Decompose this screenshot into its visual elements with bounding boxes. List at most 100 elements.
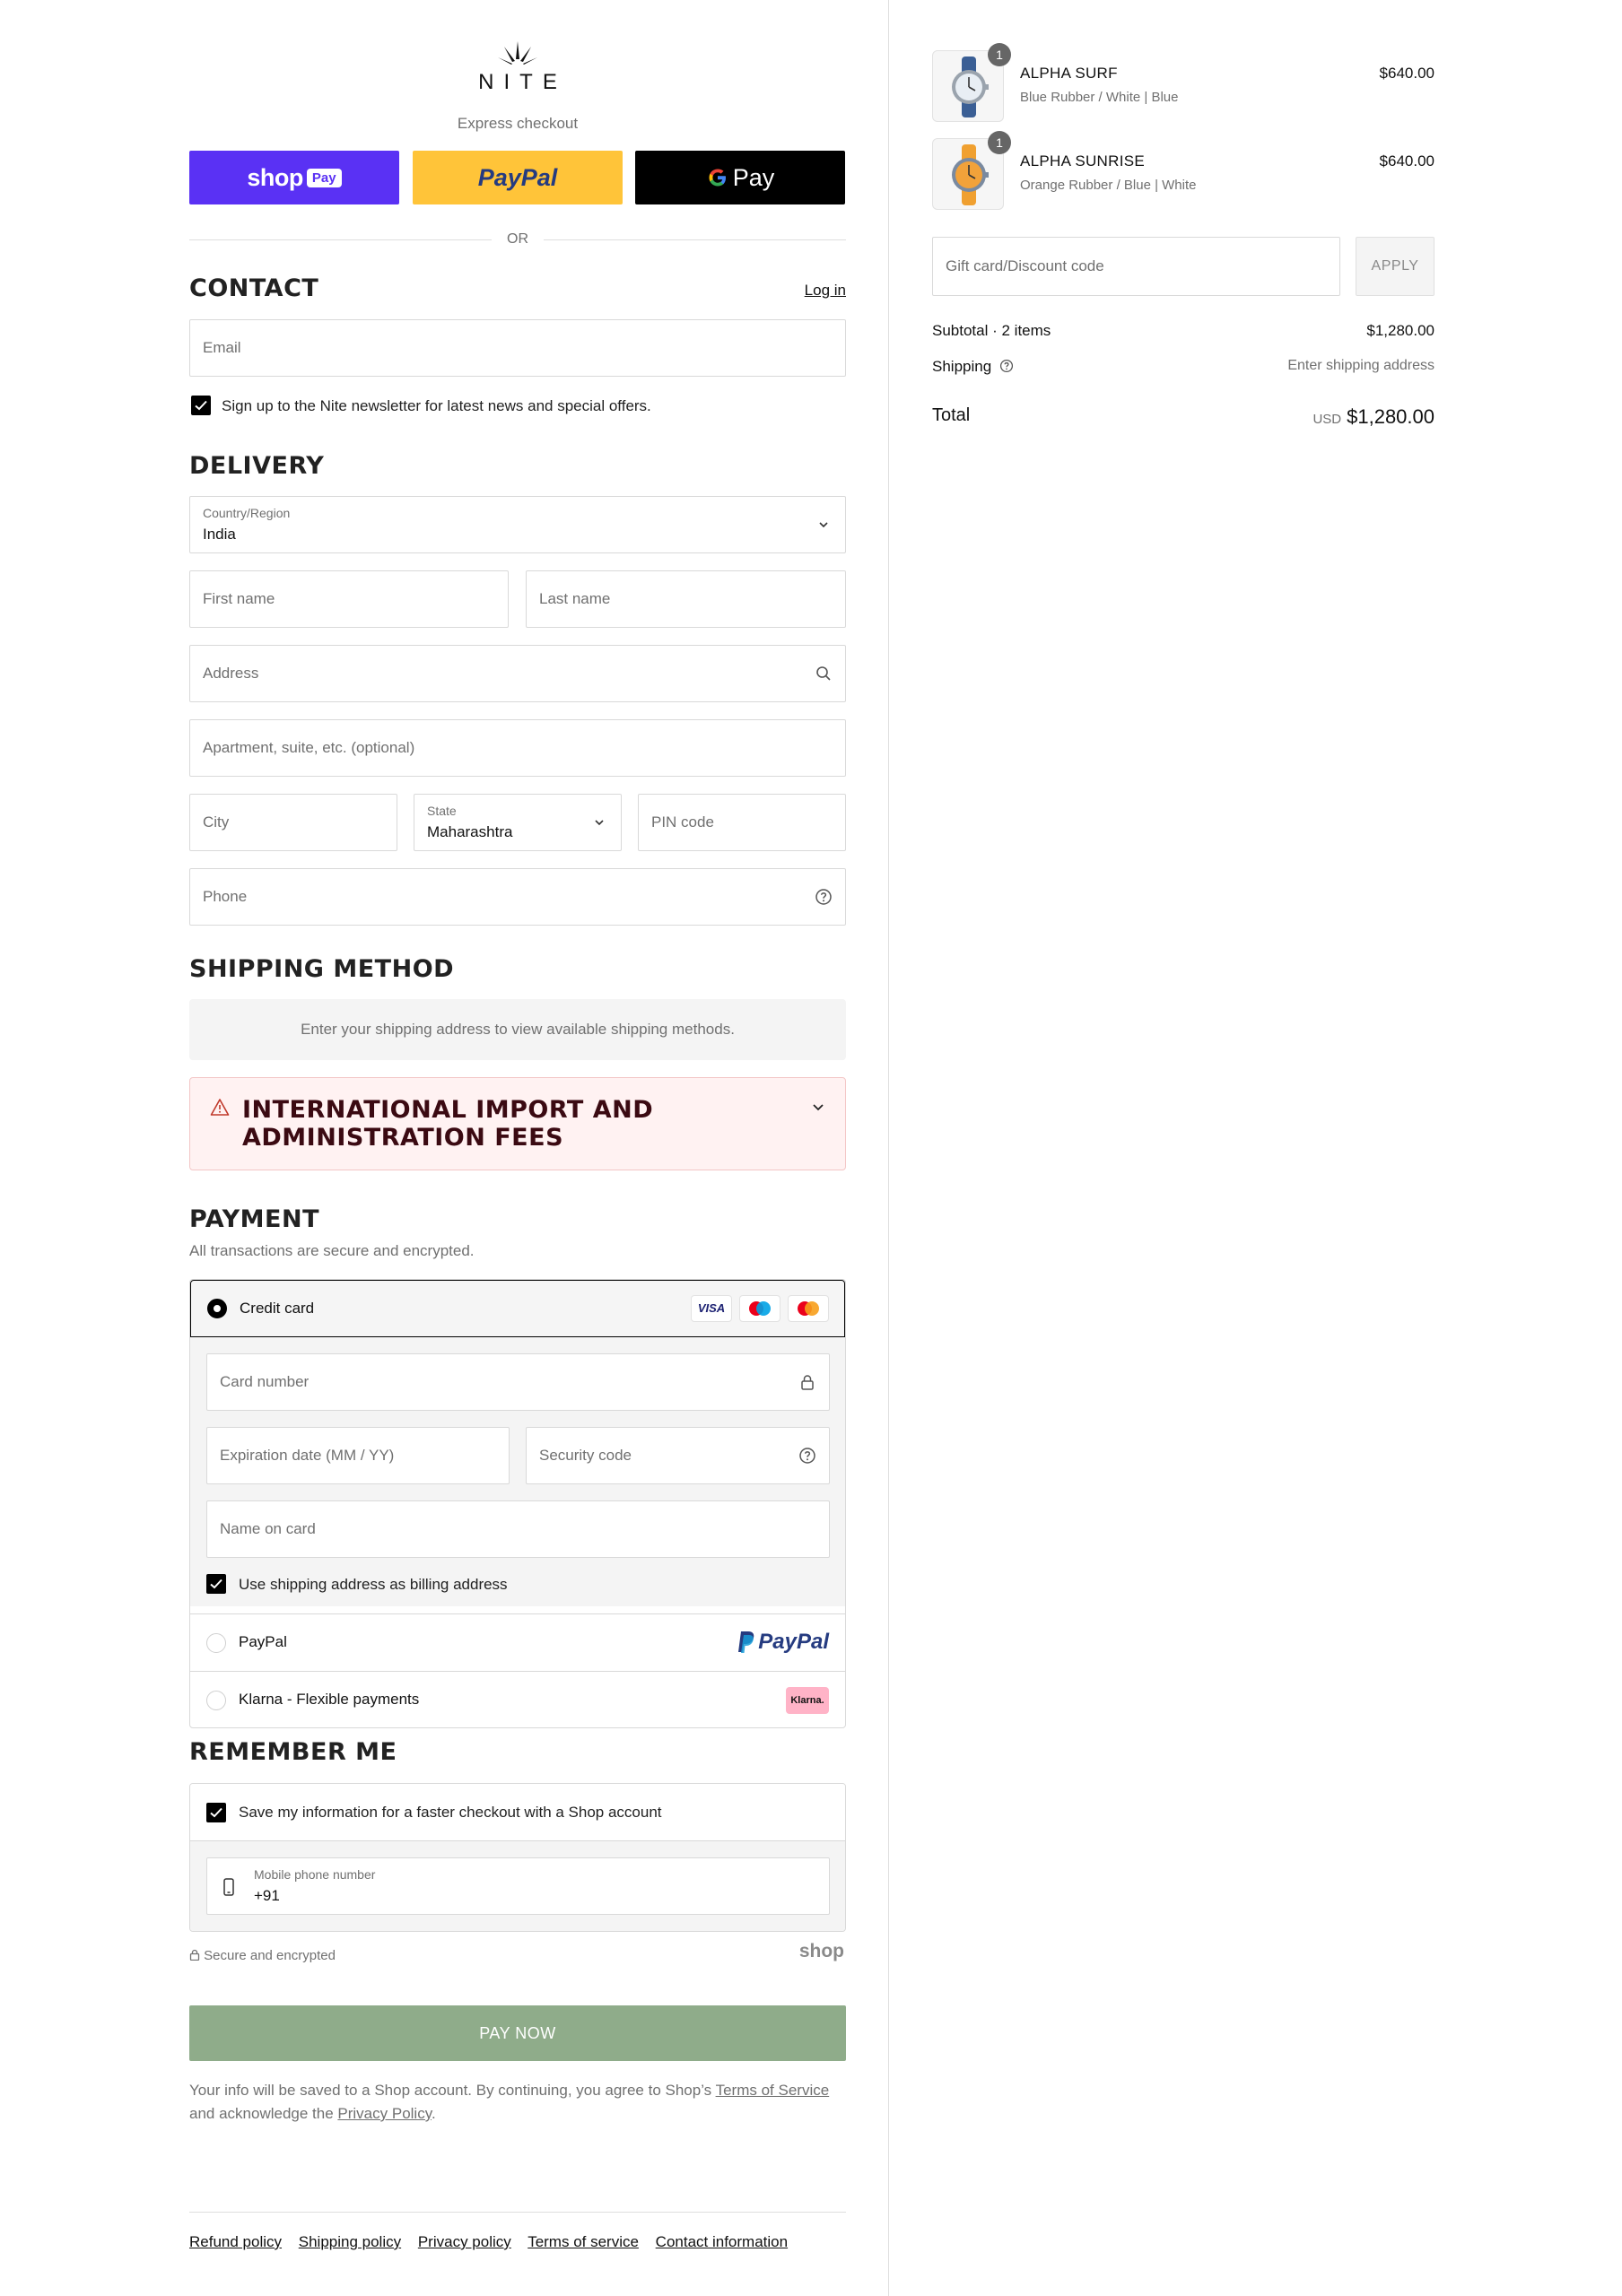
logo-mark-icon — [498, 41, 537, 65]
shop-pay-button[interactable]: shop Pay — [189, 151, 399, 204]
city-placeholder: City — [203, 813, 230, 831]
lock-icon — [801, 1375, 814, 1390]
checkmark-icon — [210, 1807, 222, 1818]
product-name: ALPHA SUNRISE — [1020, 152, 1146, 170]
terms-of-service-link[interactable]: Terms of Service — [716, 2082, 830, 2099]
product-name: ALPHA SURF — [1020, 65, 1118, 82]
email-placeholder: Email — [203, 339, 241, 356]
email-field[interactable]: Email — [189, 319, 846, 377]
discount-code-placeholder: Gift card/Discount code — [946, 257, 1104, 274]
paypal-logo: PayPal — [737, 1630, 829, 1655]
country-label: Country/Region — [203, 506, 291, 520]
paypal-express-button[interactable]: PayPal — [413, 151, 623, 204]
first-name-placeholder: First name — [203, 590, 275, 607]
terms-of-service-footer-link[interactable]: Terms of service — [528, 2233, 639, 2250]
country-value: India — [203, 526, 236, 543]
save-info-label: Save my information for a faster checkou… — [239, 1804, 662, 1821]
address-field[interactable]: Address — [189, 645, 846, 702]
shipping-method-notice: Enter your shipping address to view avai… — [189, 999, 846, 1060]
shipping-policy-link[interactable]: Shipping policy — [299, 2233, 401, 2250]
shipping-value: Enter shipping address — [1287, 358, 1435, 373]
mobile-phone-field[interactable]: Mobile phone number +91 — [206, 1857, 830, 1915]
shipping-label: Shipping — [932, 358, 992, 375]
first-name-field[interactable]: First name — [189, 570, 509, 628]
expiration-placeholder: Expiration date (MM / YY) — [220, 1447, 395, 1464]
klarna-label: Klarna - Flexible payments — [239, 1691, 420, 1708]
paypal-radio[interactable] — [206, 1633, 226, 1653]
apartment-field[interactable]: Apartment, suite, etc. (optional) — [189, 719, 846, 777]
google-pay-button[interactable]: Pay — [635, 151, 845, 204]
subtotal-row: Subtotal · 2 items $1,280.00 — [932, 322, 1435, 340]
country-select[interactable]: Country/Region India — [189, 496, 846, 553]
help-circle-icon[interactable] — [798, 1447, 816, 1465]
newsletter-checkbox[interactable] — [191, 396, 211, 415]
save-info-row[interactable]: Save my information for a faster checkou… — [190, 1784, 845, 1841]
footer-divider — [189, 2212, 846, 2213]
discount-code-field[interactable]: Gift card/Discount code — [932, 237, 1340, 296]
privacy-policy-footer-link[interactable]: Privacy policy — [418, 2233, 511, 2250]
klarna-option[interactable]: Klarna - Flexible payments Klarna. — [190, 1671, 845, 1727]
import-fees-title-line-1: INTERNATIONAL IMPORT AND — [242, 1096, 654, 1124]
last-name-placeholder: Last name — [539, 590, 611, 607]
save-info-checkbox[interactable] — [206, 1803, 226, 1822]
help-circle-icon[interactable] — [999, 359, 1014, 373]
product-price: $640.00 — [1379, 152, 1435, 170]
legal-text: Your info will be saved to a Shop accoun… — [189, 2079, 846, 2126]
legal-text-c: . — [431, 2105, 436, 2122]
cart-item: 1 ALPHA SURF Blue Rubber / White | Blue … — [932, 43, 1435, 122]
visa-text: VISA — [697, 1301, 726, 1315]
billing-same-label: Use shipping address as billing address — [239, 1576, 508, 1593]
state-select[interactable]: State Maharashtra — [414, 794, 622, 851]
remember-me-heading: REMEMBER ME — [189, 1738, 397, 1766]
pay-now-button[interactable]: PAY NOW — [189, 2005, 846, 2061]
contact-information-link[interactable]: Contact information — [656, 2233, 788, 2250]
last-name-field[interactable]: Last name — [526, 570, 846, 628]
payment-subtitle: All transactions are secure and encrypte… — [189, 1242, 475, 1259]
expiration-date-field[interactable]: Expiration date (MM / YY) — [206, 1427, 510, 1484]
security-code-field[interactable]: Security code — [526, 1427, 830, 1484]
address-placeholder: Address — [203, 665, 259, 682]
import-fees-title-line-2: ADMINISTRATION FEES — [242, 1124, 564, 1152]
klarna-radio[interactable] — [206, 1691, 226, 1710]
privacy-policy-link[interactable]: Privacy Policy — [337, 2105, 432, 2122]
secure-encrypted-note: Secure and encrypted — [189, 1948, 336, 1963]
total-row: Total USD $1,280.00 — [932, 405, 1435, 428]
visa-icon: VISA — [691, 1295, 732, 1322]
google-g-icon — [709, 169, 726, 187]
apply-discount-button[interactable]: APPLY — [1356, 237, 1435, 296]
pin-code-field[interactable]: PIN code — [638, 794, 846, 851]
shipping-row: Shipping Enter shipping address — [932, 358, 1435, 376]
state-value: Maharashtra — [427, 823, 513, 840]
import-fees-accordion[interactable]: INTERNATIONAL IMPORT AND ADMINISTRATION … — [189, 1077, 846, 1170]
refund-policy-link[interactable]: Refund policy — [189, 2233, 282, 2250]
billing-same-checkbox[interactable] — [206, 1574, 226, 1594]
paypal-label: PayPal — [239, 1633, 287, 1650]
mobile-phone-value: +91 — [254, 1887, 280, 1904]
credit-card-radio[interactable] — [207, 1299, 227, 1318]
security-code-placeholder: Security code — [539, 1447, 632, 1464]
shipping-method-heading: SHIPPING METHOD — [189, 955, 455, 983]
total-label: Total — [932, 405, 971, 425]
login-link[interactable]: Log in — [805, 282, 846, 300]
or-divider: OR — [189, 230, 846, 249]
credit-card-option[interactable]: Credit card VISA — [190, 1280, 845, 1337]
help-circle-icon[interactable] — [815, 888, 833, 906]
warning-icon — [210, 1099, 230, 1116]
city-field[interactable]: City — [189, 794, 397, 851]
name-on-card-placeholder: Name on card — [220, 1520, 316, 1537]
shop-logo: shop — [798, 1941, 844, 1961]
chevron-down-icon — [595, 820, 604, 826]
lock-icon — [189, 1949, 200, 1961]
legal-text-a: Your info will be saved to a Shop accoun… — [189, 2082, 716, 2099]
paypal-p-icon — [738, 1631, 754, 1653]
paypal-option[interactable]: PayPal PayPal — [190, 1613, 845, 1671]
phone-field[interactable]: Phone — [189, 868, 846, 926]
card-number-field[interactable]: Card number — [206, 1353, 830, 1411]
brand-logo[interactable]: NITE — [189, 39, 846, 95]
payment-heading: PAYMENT — [189, 1205, 319, 1233]
delivery-heading: DELIVERY — [189, 452, 325, 480]
chevron-down-icon — [819, 522, 828, 528]
apartment-placeholder: Apartment, suite, etc. (optional) — [203, 739, 415, 756]
maestro-circles — [749, 1301, 771, 1316]
name-on-card-field[interactable]: Name on card — [206, 1500, 830, 1558]
